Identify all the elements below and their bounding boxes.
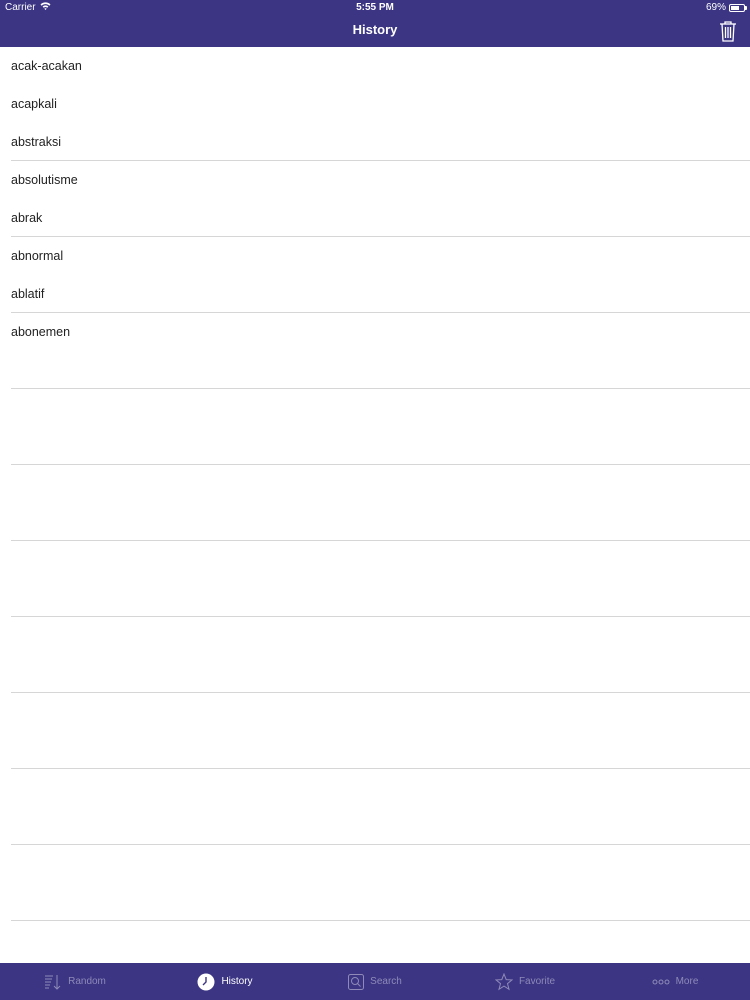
empty-row [0,845,750,883]
empty-row [0,655,750,693]
empty-row [0,731,750,769]
tab-search[interactable]: Search [300,963,450,1000]
navigation-bar: History [0,16,750,47]
clock-icon [197,973,215,991]
tab-label: Favorite [518,976,556,987]
history-row[interactable]: abonemen [0,313,750,351]
tab-bar: Random History Search Favorite More [0,963,750,1000]
tab-more[interactable]: More [600,963,750,1000]
empty-row [0,807,750,845]
history-row[interactable]: acapkali [0,85,750,123]
status-bar: Carrier 5:55 PM 69% [0,0,750,16]
empty-row [0,427,750,465]
history-row[interactable]: acak-acakan [0,47,750,85]
sort-down-icon [44,974,62,990]
star-icon [494,972,513,991]
tab-label: History [221,976,253,987]
empty-row [0,769,750,807]
tab-random[interactable]: Random [0,963,150,1000]
history-word-label: abstraksi [11,135,62,149]
empty-row [0,693,750,731]
empty-row [0,389,750,427]
battery-icon [729,3,747,12]
empty-row [0,617,750,655]
search-icon [348,973,365,990]
history-row[interactable]: ablatif [0,275,750,313]
empty-row [0,351,750,389]
empty-row [0,465,750,503]
history-row[interactable]: abnormal [0,237,750,275]
history-list: acak-acakan acapkali abstraksi absolutisme a… [0,47,750,963]
history-word-label: ablatif [11,287,45,301]
trash-icon[interactable] [718,19,738,43]
history-word-label: absolutisme [11,173,78,187]
history-word-label: acapkali [11,97,57,111]
empty-row [0,503,750,541]
tab-label: Search [370,976,402,987]
history-word-label: acak-acakan [11,59,82,73]
empty-row [0,883,750,921]
tab-favorite[interactable]: Favorite [450,963,600,1000]
history-word-label: abrak [11,211,43,225]
tab-history[interactable]: History [150,963,300,1000]
more-dots-icon [652,979,670,985]
status-time: 5:55 PM [356,2,394,13]
history-row[interactable]: abstraksi [0,123,750,161]
page-title: History [352,22,398,37]
history-row[interactable]: absolutisme [0,161,750,199]
empty-row [0,541,750,579]
history-row[interactable]: abrak [0,199,750,237]
battery-percent: 69% [705,2,726,13]
empty-row [0,921,750,959]
history-word-label: abnormal [11,249,64,263]
tab-label: More [675,976,699,987]
tab-label: Random [68,976,106,987]
empty-row [0,579,750,617]
history-word-label: abonemen [11,325,71,339]
battery-group: 69% [705,2,747,13]
